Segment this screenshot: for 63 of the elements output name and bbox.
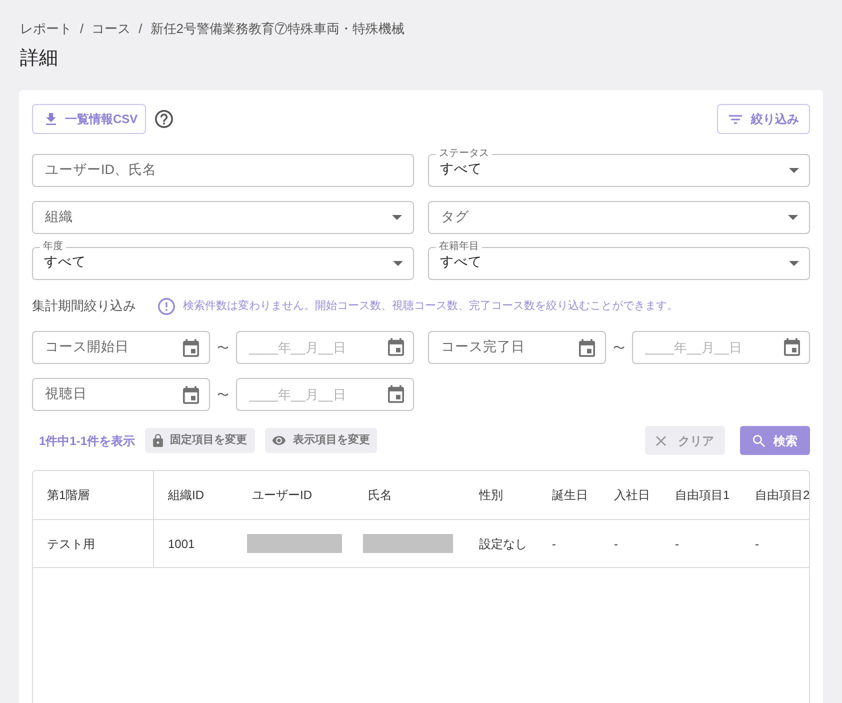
column-header: ユーザーID [251,487,313,504]
select-field[interactable]: 組織 [32,200,414,234]
column-header: 誕生日 [551,487,589,504]
column-header: 第1階層 [33,471,154,519]
dropdown-arrow-icon [393,261,403,266]
column-header: 自由項目1 [674,487,731,504]
dropdown-arrow-icon [789,261,799,266]
breadcrumb-current: 新任2号警備業務教育⑦特殊車両・特殊機械 [150,20,404,38]
table-cell-text: 1001 [167,536,196,552]
breadcrumb-link[interactable]: レポート [20,19,72,39]
download-icon [46,113,56,125]
date-input[interactable]: ____年__月__日 [236,331,414,364]
date-field[interactable]: コース開始日 [32,331,210,364]
dropdown-arrow-icon [788,214,798,220]
lock-icon [153,434,164,447]
calendar-icon [579,338,595,356]
date-field[interactable]: 視聴日 [32,378,210,411]
table-cell: テスト用 [33,520,154,567]
range-separator: 〜 [217,340,229,356]
page-title: 詳細 [19,47,58,71]
breadcrumb-link[interactable]: コース [92,19,131,39]
breadcrumb-separator: / [138,20,144,38]
calendar-icon [388,385,404,403]
range-separator: 〜 [613,340,625,356]
column-header: 性別 [478,487,504,504]
column-header: 氏名 [367,487,393,504]
dropdown-arrow-icon [392,214,402,220]
table-cell-text: - [674,536,680,552]
close-icon [656,436,666,446]
csv-download-button[interactable]: 一覧情報CSV [32,104,146,134]
filter-icon [729,114,742,124]
text-field[interactable]: ユーザーID、氏名 [32,154,414,187]
result-count: 1件中1-1件を表示 [39,432,136,450]
help-icon [155,110,173,128]
breadcrumb-separator: / [79,20,85,38]
table-cell-text: - [551,536,557,552]
filter-button[interactable]: 絞り込み [717,104,810,134]
field-label: 在籍年目 [436,241,482,253]
period-filter-label: 集計期間絞り込み [32,297,136,316]
date-input[interactable]: ____年__月__日 [236,378,414,411]
calendar-icon [784,338,800,356]
field-label: 年度 [40,241,66,253]
date-input[interactable]: ____年__月__日 [632,331,810,364]
table-cell-text: 設定なし [478,536,528,552]
calendar-icon [183,338,199,356]
calendar-icon [388,338,404,356]
calendar-icon [183,386,199,404]
date-field[interactable]: コース完了日 [428,331,606,364]
table-cell-text: - [754,536,760,552]
column-header: 入社日 [613,487,651,504]
select-field[interactable]: タグ [428,200,810,234]
fixed-columns-button[interactable]: 固定項目を変更 [145,428,256,453]
column-header: 自由項目2 [754,487,809,504]
field-label: ステータス [436,148,492,160]
period-filter-note: 検索件数は変わりません。開始コース数、視聴コース数、完了コース数を絞り込むことができます。 [183,298,678,314]
dropdown-arrow-icon [789,168,799,173]
range-separator: 〜 [217,386,229,404]
info-icon [158,298,175,314]
column-header: 組織ID [167,487,205,504]
eye-icon [272,436,286,445]
search-icon [752,434,764,446]
visible-columns-button[interactable]: 表示項目を変更 [265,428,378,453]
table-cell-text: - [613,536,619,552]
